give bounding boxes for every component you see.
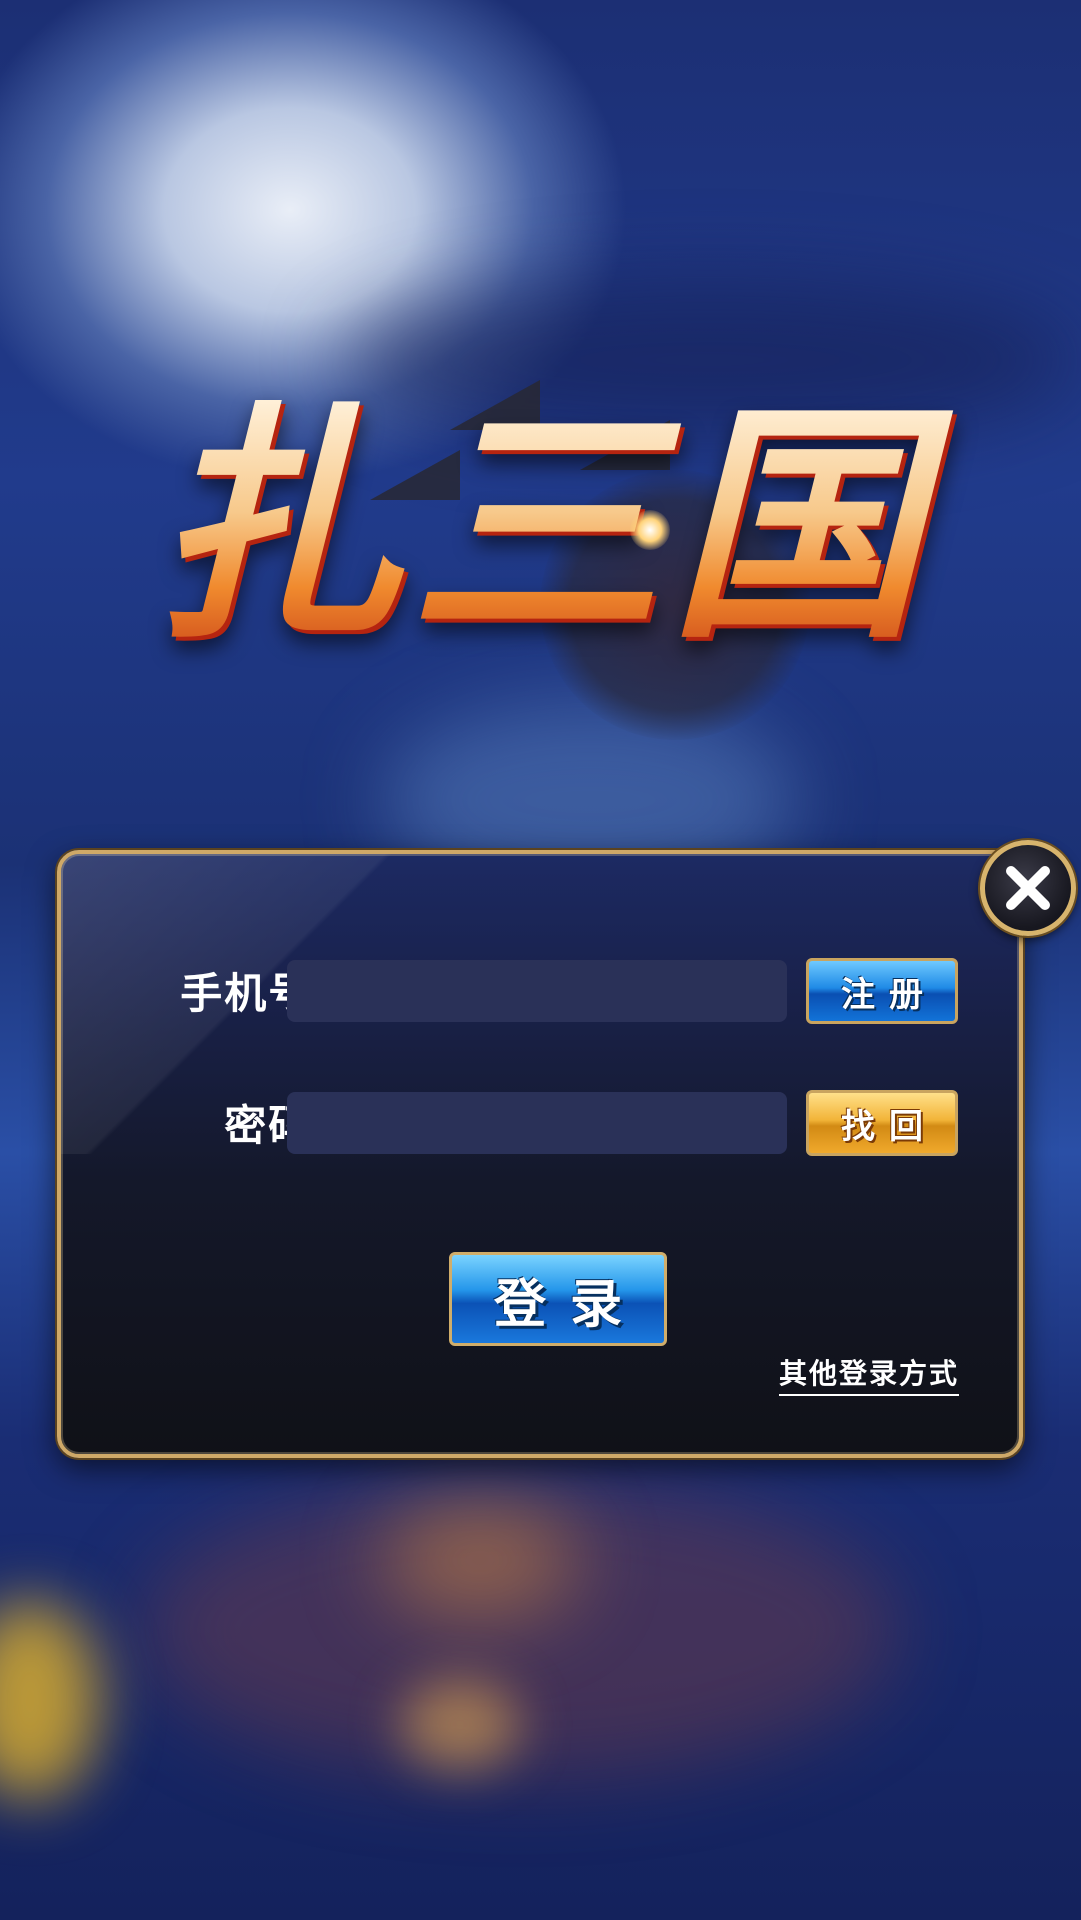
password-input[interactable] [287,1092,787,1154]
logo-spark [630,510,670,550]
phone-input[interactable] [287,960,787,1022]
background-light [380,1500,580,1620]
login-button[interactable]: 登录 [449,1252,667,1346]
login-screen: 扎三国 手机号: 注册 密码: 找回 登录 其他登录方式 [0,0,1081,1920]
game-logo: 扎三国 [120,380,960,780]
background-lantern [400,1680,520,1770]
register-button[interactable]: 注册 [806,958,958,1024]
other-login-link[interactable]: 其他登录方式 [779,1352,960,1396]
background-lamp [0,1600,100,1800]
retrieve-password-button[interactable]: 找回 [806,1090,958,1156]
login-panel: 手机号: 注册 密码: 找回 登录 其他登录方式 [57,850,1023,1458]
close-button[interactable] [980,840,1076,936]
logo-title: 扎三国 [120,400,960,650]
close-icon [1006,866,1050,910]
